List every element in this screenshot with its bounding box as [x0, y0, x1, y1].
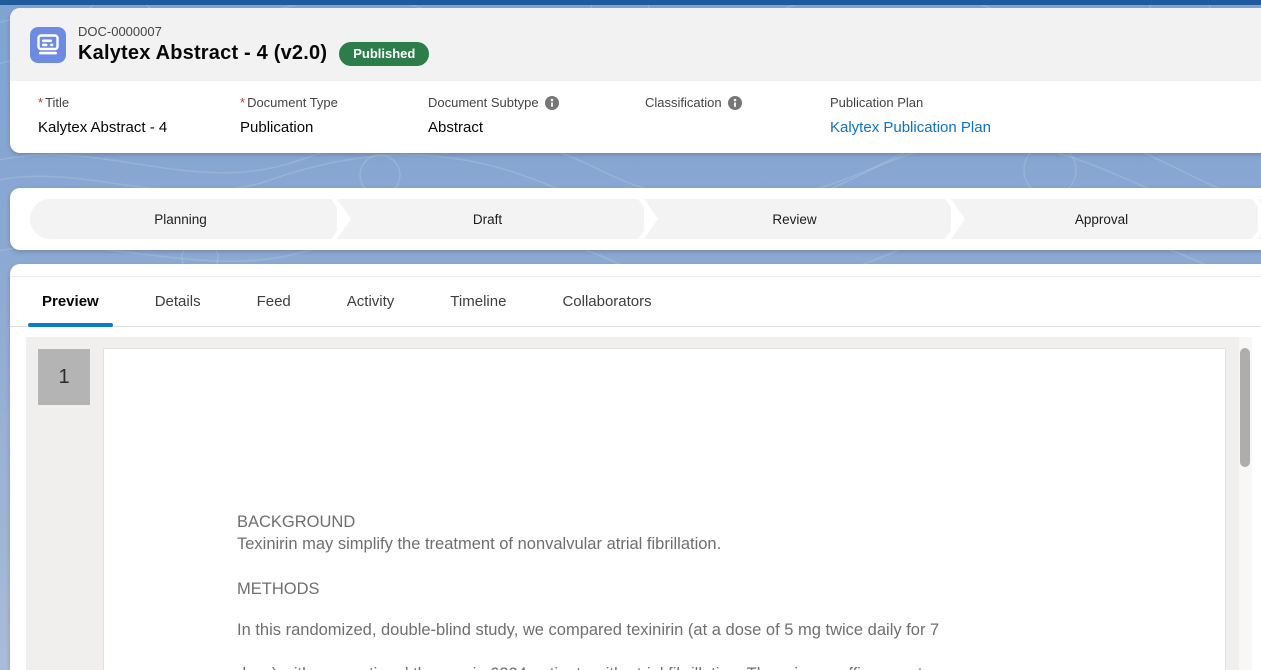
field-title-value: Kalytex Abstract - 4 — [38, 118, 240, 138]
preview-scrollbar[interactable] — [1239, 337, 1252, 670]
page-thumbnail[interactable]: 1 — [38, 349, 90, 405]
scrollbar-thumb[interactable] — [1240, 348, 1250, 467]
field-publication-plan: Publication Plan Kalytex Publication Pla… — [830, 95, 1261, 138]
tab-bar: Preview Details Feed Activity Timeline C… — [10, 276, 1261, 327]
info-icon[interactable] — [545, 96, 559, 110]
field-document-subtype: Document Subtype Abstract — [428, 95, 645, 138]
highlights-fields: *Title Kalytex Abstract - 4 *Document Ty… — [10, 81, 1261, 138]
methods-heading: METHODS — [237, 578, 1185, 600]
path-card: Planning Draft Review Approval — [10, 188, 1261, 250]
path-stage-planning[interactable]: Planning — [30, 199, 331, 239]
record-header: DOC-0000007 Kalytex Abstract - 4 (v2.0) … — [10, 8, 1261, 81]
browser-top-strip — [0, 0, 1261, 5]
path-stage-draft[interactable]: Draft — [337, 199, 638, 239]
field-classification-value — [645, 118, 830, 138]
info-icon[interactable] — [728, 96, 742, 110]
path-stage-approval[interactable]: Approval — [951, 199, 1252, 239]
required-asterisk: * — [240, 95, 245, 111]
document-text: BACKGROUND Texinirin may simplify the tr… — [104, 349, 1225, 670]
tab-details[interactable]: Details — [141, 277, 215, 326]
page-title: Kalytex Abstract - 4 (v2.0) — [78, 42, 327, 65]
field-document-subtype-label: Document Subtype — [428, 95, 539, 111]
methods-line-1: In this randomized, double-blind study, … — [237, 608, 1185, 652]
field-classification: Classification — [645, 95, 830, 138]
tab-timeline[interactable]: Timeline — [436, 277, 520, 326]
publication-plan-link[interactable]: Kalytex Publication Plan — [830, 118, 1261, 138]
status-badge: Published — [339, 42, 429, 66]
tab-preview[interactable]: Preview — [28, 277, 113, 326]
record-detail-card: Preview Details Feed Activity Timeline C… — [10, 264, 1261, 670]
methods-line-2: days) with conventional therapy in 6324 … — [237, 652, 1185, 670]
background-heading: BACKGROUND — [237, 511, 1185, 533]
field-publication-plan-label: Publication Plan — [830, 95, 923, 111]
field-document-subtype-value: Abstract — [428, 118, 645, 138]
document-preview-area: 1 BACKGROUND Texinirin may simplify the … — [26, 337, 1252, 670]
path-stages: Planning Draft Review Approval — [30, 199, 1261, 239]
background-text: Texinirin may simplify the treatment of … — [237, 533, 1185, 555]
record-header-card: DOC-0000007 Kalytex Abstract - 4 (v2.0) … — [10, 8, 1261, 153]
record-id: DOC-0000007 — [78, 24, 429, 40]
field-document-type-value: Publication — [240, 118, 428, 138]
field-title-label: Title — [45, 95, 69, 111]
methods-paragraph: In this randomized, double-blind study, … — [237, 608, 1185, 670]
field-document-type-label: Document Type — [247, 95, 338, 111]
field-classification-label: Classification — [645, 95, 722, 111]
field-title: *Title Kalytex Abstract - 4 — [38, 95, 240, 138]
field-document-type: *Document Type Publication — [240, 95, 428, 138]
document-page: BACKGROUND Texinirin may simplify the tr… — [103, 348, 1226, 670]
tab-feed[interactable]: Feed — [243, 277, 305, 326]
document-icon — [30, 27, 66, 63]
tab-collaborators[interactable]: Collaborators — [548, 277, 665, 326]
path-stage-review[interactable]: Review — [644, 199, 945, 239]
tab-activity[interactable]: Activity — [333, 277, 409, 326]
required-asterisk: * — [38, 95, 43, 111]
